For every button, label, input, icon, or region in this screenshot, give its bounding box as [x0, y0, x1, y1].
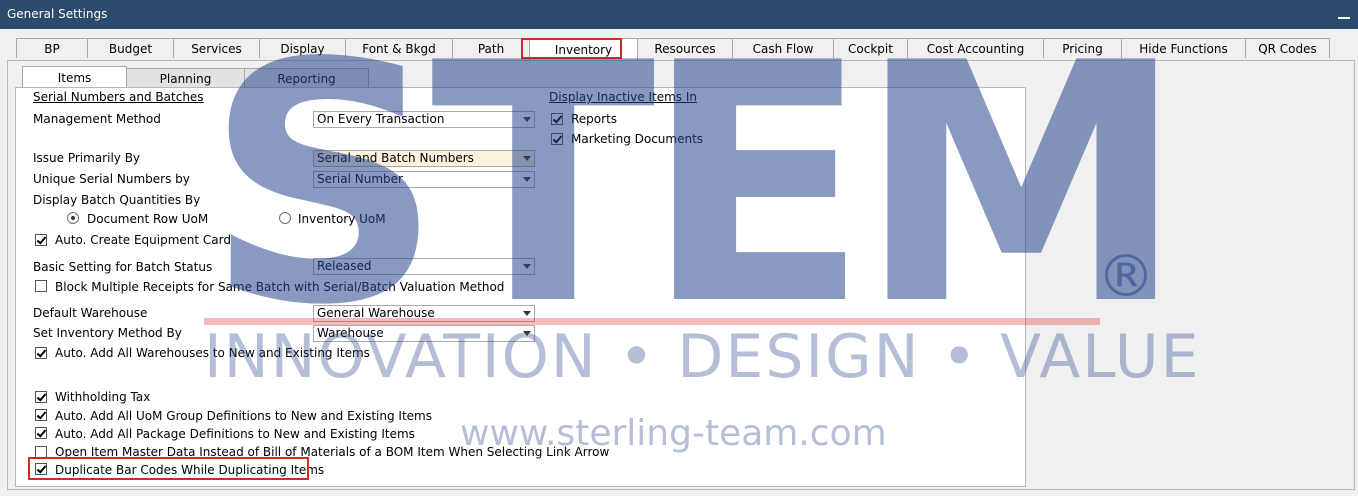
- display-batch-label: Display Batch Quantities By: [33, 193, 201, 207]
- unique-serial-label: Unique Serial Numbers by: [33, 172, 190, 186]
- auto-add-warehouses-checkbox[interactable]: [35, 347, 47, 359]
- withholding-tax-label: Withholding Tax: [55, 390, 151, 404]
- block-receipts-checkbox[interactable]: [35, 280, 47, 292]
- tab-budget[interactable]: Budget: [87, 38, 174, 58]
- batch-status-label: Basic Setting for Batch Status: [33, 260, 213, 274]
- window-title: General Settings: [7, 7, 108, 21]
- auto-add-uom-checkbox[interactable]: [35, 409, 47, 421]
- inventory-method-label: Set Inventory Method By: [33, 326, 182, 340]
- tab-items[interactable]: Items: [22, 66, 127, 88]
- watermark-url: www.sterling-team.com: [460, 413, 887, 454]
- auto-add-package-label: Auto. Add All Package Definitions to New…: [55, 427, 415, 441]
- default-warehouse-label: Default Warehouse: [33, 306, 148, 320]
- duplicate-bar-codes-highlight: [28, 457, 309, 480]
- serial-batches-heading: Serial Numbers and Batches: [33, 90, 204, 104]
- document-row-uom-label: Document Row UoM: [87, 212, 209, 226]
- tab-qr-codes[interactable]: QR Codes: [1245, 38, 1330, 58]
- watermark-logo: STEM: [205, 0, 1186, 377]
- radio-document-row-uom[interactable]: [67, 212, 79, 224]
- auto-add-uom-label: Auto. Add All UoM Group Definitions to N…: [55, 409, 432, 423]
- watermark-registered-icon: ®: [1097, 242, 1155, 310]
- issue-primarily-label: Issue Primarily By: [33, 151, 141, 165]
- auto-equipment-card-checkbox[interactable]: [35, 234, 47, 246]
- auto-add-package-checkbox[interactable]: [35, 427, 47, 439]
- tab-bp[interactable]: BP: [16, 38, 88, 58]
- minimize-icon[interactable]: [1336, 2, 1352, 24]
- management-method-label: Management Method: [33, 112, 161, 126]
- watermark-tagline: INNOVATION • DESIGN • VALUE: [204, 322, 1201, 392]
- withholding-tax-checkbox[interactable]: [35, 391, 47, 403]
